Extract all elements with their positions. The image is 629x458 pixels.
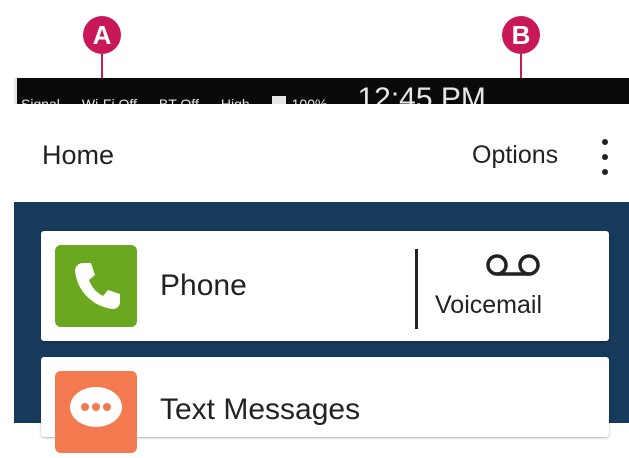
signal-icon [14, 78, 17, 104]
annotation-marker-b: B [502, 16, 540, 54]
phone-card[interactable]: Phone Voicemail [41, 231, 609, 341]
text-messages-card[interactable]: Text Messages [41, 357, 609, 453]
voicemail-label: Voicemail [435, 291, 542, 319]
options-button[interactable]: Options [472, 141, 558, 170]
battery-level: 100% [291, 96, 328, 104]
home-content: Phone Voicemail Text Messages [14, 202, 629, 453]
phone-icon [55, 245, 137, 327]
card-divider [415, 249, 418, 329]
status-clock: 12:45 PM [357, 82, 486, 104]
more-options-icon[interactable] [598, 138, 612, 176]
status-bar: Signal Wi-Fi Off BT Off High 100% 12:45 … [14, 78, 629, 104]
voicemail-icon [486, 254, 540, 276]
phone-label: Phone [160, 269, 247, 302]
chat-bubble-icon [55, 371, 137, 453]
page-title: Home [42, 140, 115, 170]
annotation-marker-a: A [83, 16, 121, 54]
bluetooth-status: BT Off [158, 96, 199, 104]
voicemail-button[interactable]: Voicemail [427, 241, 603, 333]
wifi-status: Wi-Fi Off [81, 96, 137, 104]
battery-icon [271, 96, 286, 104]
signal-label: Signal [21, 96, 60, 104]
volume-status: High [220, 96, 250, 104]
text-messages-label: Text Messages [160, 393, 361, 426]
app-bar: Home Options [0, 104, 629, 202]
